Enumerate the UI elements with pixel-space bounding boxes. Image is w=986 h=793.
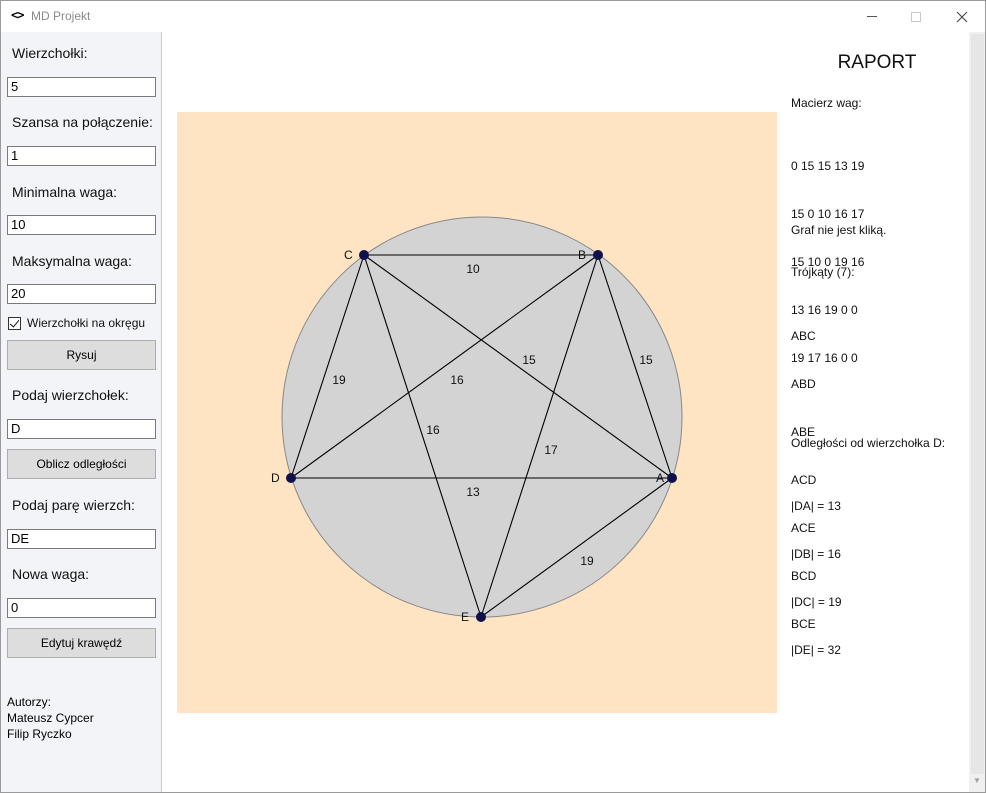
author-name: Filip Ryczko: [7, 727, 72, 741]
draw-button[interactable]: Rysuj: [7, 340, 156, 370]
maximize-button[interactable]: [893, 1, 939, 32]
min-weight-label: Minimalna waga:: [12, 184, 118, 200]
new-weight-input[interactable]: 0: [7, 598, 156, 618]
vertical-scrollbar[interactable]: ▼: [969, 32, 985, 792]
scrollbar-thumb[interactable]: [971, 34, 984, 774]
vertex-prompt-label: Podaj wierzchołek:: [12, 387, 129, 403]
vertices-label: Wierzchołki:: [12, 45, 88, 61]
graph-canvas[interactable]: 10 15 15 19 16 16 17 13 19 A B C D E: [177, 112, 777, 713]
maximize-icon: [911, 11, 921, 22]
circle-vertices-checkbox-row[interactable]: Wierzchołki na okręgu: [8, 315, 145, 331]
matrix-row: 15 0 10 16 17: [791, 207, 865, 221]
edge-weight-label: 19: [332, 373, 346, 387]
code-brackets-icon: <>: [11, 8, 24, 22]
edge-weight-label: 13: [466, 485, 480, 499]
close-button[interactable]: [939, 1, 985, 32]
graph-vertex: [359, 250, 369, 260]
controls-panel: Wierzchołki: 5 Szansa na połączenie: 1 M…: [1, 32, 162, 792]
edge-weight-label: 10: [466, 262, 480, 276]
distances-heading: Odległości od wierzchołka D:: [791, 436, 946, 450]
circle-vertices-checkbox[interactable]: [8, 316, 21, 330]
compute-distances-button[interactable]: Oblicz odległości: [7, 449, 156, 479]
distance-item: |DB| = 16: [791, 547, 841, 561]
vertex-label: D: [271, 471, 280, 485]
triangle-item: ABC: [791, 329, 816, 343]
authors-heading: Autorzy:: [7, 695, 52, 709]
edge-weight-label: 17: [544, 443, 558, 457]
scroll-down-icon[interactable]: ▼: [973, 776, 981, 785]
report-panel: RAPORT Macierz wag: 0 15 15 13 19 15 0 1…: [791, 32, 969, 792]
edge-weight-label: 16: [450, 373, 464, 387]
min-weight-input[interactable]: 10: [7, 215, 156, 235]
connection-chance-input[interactable]: 1: [7, 146, 156, 166]
edit-edge-button[interactable]: Edytuj krawędź: [7, 628, 156, 658]
edge-weight-label: 19: [580, 554, 594, 568]
close-icon: [956, 11, 968, 22]
minimize-button[interactable]: [849, 1, 895, 32]
max-weight-label: Maksymalna waga:: [12, 253, 132, 269]
author-name: Mateusz Cypcer: [7, 711, 94, 725]
vertex-label: C: [344, 248, 353, 262]
edge-weight-label: 15: [522, 353, 536, 367]
vertex-pair-label: Podaj parę wierzch:: [12, 497, 135, 513]
vertex-label: E: [461, 610, 469, 624]
authors-block: Autorzy: Mateusz Cypcer Filip Ryczko: [7, 694, 94, 742]
graph-vertex: [667, 473, 677, 483]
clique-status: Graf nie jest kliką.: [791, 223, 887, 237]
graph-vertex: [286, 473, 296, 483]
triangle-item: ABD: [791, 377, 816, 391]
layout-circle: [281, 216, 683, 618]
app-window: <> MD Projekt Wierzchołki: 5 Szansa na p…: [0, 0, 986, 793]
title-bar[interactable]: <> MD Projekt: [1, 1, 985, 32]
graph-vertex: [476, 612, 486, 622]
graph-drawing: 10 15 15 19 16 16 17 13 19 A B C D E: [271, 216, 683, 624]
triangles-heading: Trójkąty (7):: [791, 265, 855, 279]
vertex-label: B: [578, 248, 586, 262]
matrix-row: 0 15 15 13 19: [791, 159, 865, 173]
matrix-heading: Macierz wag:: [791, 96, 862, 110]
distance-item: |DE| = 32: [791, 643, 841, 657]
graph-vertex: [593, 250, 603, 260]
max-weight-input[interactable]: 20: [7, 284, 156, 304]
vertex-pair-input[interactable]: DE: [7, 529, 156, 549]
vertices-input[interactable]: 5: [7, 77, 156, 97]
distances-list: |DA| = 13 |DB| = 16 |DC| = 19 |DE| = 32: [791, 466, 842, 690]
report-title: RAPORT: [837, 52, 917, 73]
connection-chance-label: Szansa na połączenie:: [12, 114, 153, 130]
edge-weight-label: 15: [639, 353, 653, 367]
vertex-input[interactable]: D: [7, 419, 156, 439]
window-title: MD Projekt: [31, 9, 91, 23]
distance-item: |DA| = 13: [791, 499, 841, 513]
circle-vertices-checkbox-label: Wierzchołki na okręgu: [27, 316, 146, 330]
distance-item: |DC| = 19: [791, 595, 842, 609]
edge-weight-label: 16: [426, 423, 440, 437]
minimize-icon: [867, 16, 877, 17]
new-weight-label: Nowa waga:: [12, 566, 90, 582]
vertex-label: A: [656, 471, 664, 485]
